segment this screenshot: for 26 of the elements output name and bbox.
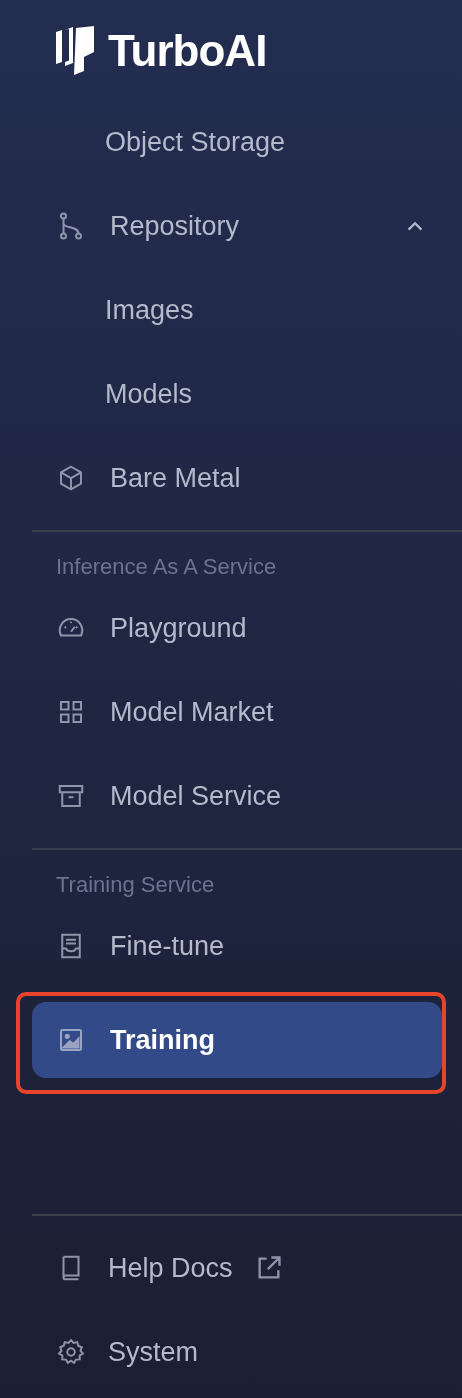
settings-icon	[56, 1337, 86, 1367]
section-title: Training Service	[55, 871, 216, 899]
nav-label: Bare Metal	[110, 462, 242, 494]
brand-name: TurboAI	[108, 26, 267, 76]
nav-label: Playground	[110, 612, 248, 644]
nav-label: Model Market	[110, 696, 275, 728]
logo-icon	[56, 26, 94, 76]
section-title: Inference As A Service	[55, 553, 278, 581]
nav-item[interactable]: System	[32, 1314, 442, 1390]
nav-item[interactable]: Training	[32, 1002, 442, 1078]
nav-item[interactable]: Object Storage	[32, 104, 442, 180]
nav-item[interactable]: Model Market	[32, 674, 442, 750]
nav-item[interactable]: Fine-tune	[32, 908, 442, 984]
nav-label: Help Docs	[108, 1252, 233, 1284]
nav-item[interactable]: Model Service	[32, 758, 442, 834]
nav-item[interactable]: Help Docs	[32, 1230, 442, 1306]
nav-label: Training	[110, 1024, 216, 1056]
nav-label: Repository	[110, 210, 241, 242]
nav-item[interactable]: Bare Metal	[32, 440, 442, 516]
nav-label: System	[108, 1336, 199, 1368]
nav-item[interactable]: Playground	[32, 590, 442, 666]
nav-label: Model Service	[110, 780, 283, 812]
nav-item[interactable]: Models	[32, 356, 442, 432]
nav-group[interactable]: Repository	[32, 188, 442, 264]
nav-item[interactable]: Images	[32, 272, 442, 348]
nav-label: Fine-tune	[110, 930, 226, 962]
